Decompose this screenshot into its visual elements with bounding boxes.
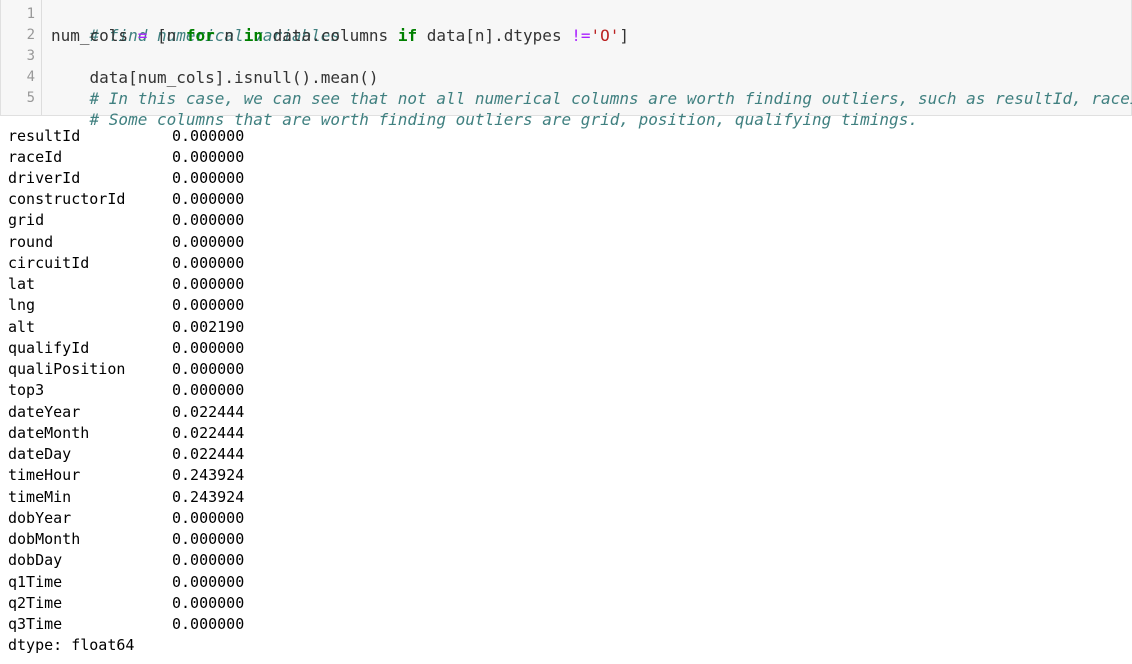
code-keyword: for <box>185 26 215 45</box>
line-number: 3 <box>26 48 35 64</box>
line-number-gutter: 1 2 3 4 5 <box>1 0 42 115</box>
null-fraction: 0.022444 <box>172 403 245 421</box>
column-name: dobMonth <box>8 530 81 548</box>
column-name: qualiPosition <box>8 360 126 378</box>
code-text: n <box>214 26 244 45</box>
null-fraction: 0.000000 <box>172 127 245 145</box>
column-name: dateDay <box>8 445 72 463</box>
null-fraction: 0.022444 <box>172 424 245 442</box>
column-name: top3 <box>8 381 45 399</box>
code-text: [n <box>147 26 186 45</box>
null-fraction: 0.000000 <box>172 275 245 293</box>
column-name: dobDay <box>8 551 63 569</box>
column-name: timeMin <box>8 488 72 506</box>
column-name: circuitId <box>8 254 90 272</box>
dtype-label: dtype: float64 <box>8 636 135 654</box>
column-name: q3Time <box>8 615 63 633</box>
null-fraction: 0.000000 <box>172 615 245 633</box>
null-fraction: 0.000000 <box>172 169 245 187</box>
column-name: qualifyId <box>8 339 90 357</box>
column-name: lng <box>8 296 36 314</box>
null-fraction: 0.000000 <box>172 296 245 314</box>
column-name: constructorId <box>8 190 126 208</box>
column-name: driverId <box>8 169 81 187</box>
code-string: 'O' <box>590 26 620 45</box>
column-name: alt <box>8 318 36 336</box>
null-fraction: 0.000000 <box>172 360 245 378</box>
code-operator: = <box>137 26 148 45</box>
column-name: timeHour <box>8 466 81 484</box>
column-name: grid <box>8 211 45 229</box>
null-fraction: 0.002190 <box>172 318 245 336</box>
line-number: 2 <box>26 27 35 43</box>
line-number: 1 <box>26 6 35 22</box>
null-fraction: 0.000000 <box>172 148 245 166</box>
code-text: data.columns <box>262 26 398 45</box>
line-number: 4 <box>26 69 35 85</box>
column-name: q2Time <box>8 594 63 612</box>
column-name: resultId <box>8 127 81 145</box>
code-text: data[n].dtypes <box>417 26 572 45</box>
null-fraction: 0.000000 <box>172 573 245 591</box>
null-fraction: 0.022444 <box>172 445 245 463</box>
null-fraction: 0.000000 <box>172 551 245 569</box>
column-name: raceId <box>8 148 63 166</box>
code-keyword: in <box>243 26 263 45</box>
null-fraction: 0.000000 <box>172 211 245 229</box>
null-fraction: 0.000000 <box>172 339 245 357</box>
line-number: 5 <box>26 90 35 106</box>
column-name: lat <box>8 275 36 293</box>
column-name: dobYear <box>8 509 72 527</box>
column-name: q1Time <box>8 573 63 591</box>
null-fraction: 0.243924 <box>172 488 245 506</box>
null-fraction: 0.000000 <box>172 381 245 399</box>
column-name: round <box>8 233 54 251</box>
code-text: num_cols <box>51 26 138 45</box>
null-fraction: 0.000000 <box>172 594 245 612</box>
code-text: ] <box>619 26 630 45</box>
null-fraction: 0.000000 <box>172 190 245 208</box>
column-name: dateMonth <box>8 424 90 442</box>
null-fraction: 0.000000 <box>172 254 245 272</box>
null-fraction: 0.000000 <box>172 509 245 527</box>
code-line-2[interactable]: num_cols = [n for n in data.columns if d… <box>51 25 629 46</box>
code-cell[interactable]: 1 2 3 4 5 # find numerical variables num… <box>0 0 1132 129</box>
code-operator: != <box>571 26 591 45</box>
null-fraction: 0.000000 <box>172 530 245 548</box>
code-keyword: if <box>397 26 418 45</box>
null-fraction: 0.243924 <box>172 466 245 484</box>
column-name: dateYear <box>8 403 81 421</box>
null-fraction: 0.000000 <box>172 233 245 251</box>
